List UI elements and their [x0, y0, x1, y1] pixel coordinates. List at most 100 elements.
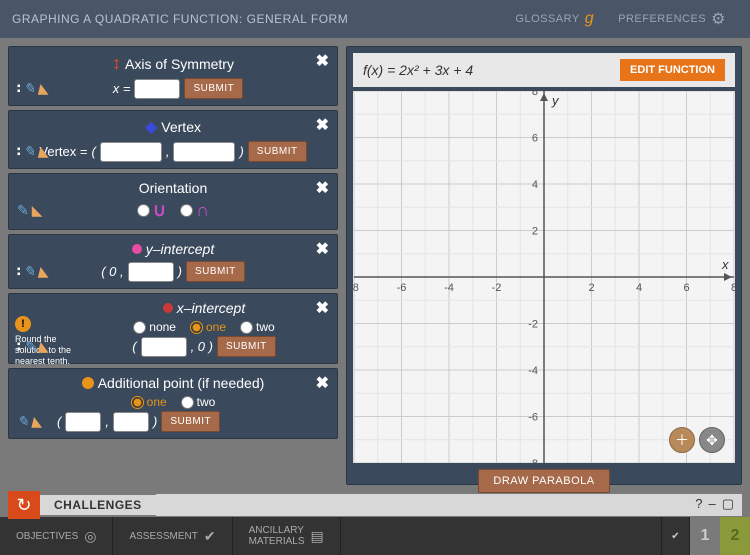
pen-icon[interactable]: ✎ [24, 263, 36, 280]
graph-area[interactable]: x y -8-6-4-22468-8-6-4-22468 ＋ ✥ [353, 91, 735, 463]
document-icon: ▤ [311, 528, 324, 545]
arrow-updown-icon: ↕ [112, 53, 121, 74]
xint-one-radio[interactable]: one [190, 320, 226, 334]
svg-text:8: 8 [532, 91, 538, 98]
left-column: ✖ ↕ Axis of Symmetry ▪▪ ✎ ◣ x = SUBMIT ✖… [8, 46, 338, 485]
addl-x-input[interactable] [65, 412, 101, 432]
svg-text:-8: -8 [353, 282, 359, 294]
svg-text:4: 4 [636, 282, 642, 294]
page-1-button[interactable]: 1 [690, 517, 720, 555]
xint-input[interactable] [141, 337, 187, 357]
close-icon[interactable]: ✖ [316, 115, 329, 135]
addl-one-radio[interactable]: one [131, 395, 167, 409]
pen-icon[interactable]: ✎ [24, 338, 36, 355]
minimize-icon[interactable]: – [708, 496, 715, 512]
footer: OBJECTIVES◎ ASSESSMENT✔ ANCILLARYMATERIA… [0, 517, 750, 555]
addl-y-input[interactable] [113, 412, 149, 432]
zoom-in-button[interactable]: ＋ [669, 427, 695, 453]
svg-text:8: 8 [731, 282, 735, 294]
page-title: GRAPHING A QUADRATIC FUNCTION: GENERAL F… [12, 12, 503, 26]
pen-icon[interactable]: ✎ [17, 413, 29, 430]
objectives-button[interactable]: OBJECTIVES◎ [0, 517, 113, 555]
addl-two-radio[interactable]: two [181, 395, 216, 409]
panel-xintercept: ✖ ! Round the solution to the nearest te… [8, 293, 338, 364]
target-icon: ◎ [84, 528, 96, 545]
panel-vertex: ✖ ◆ Vertex ▪▪ ✎ ◣ Vertex = ( , ) SUBMIT [8, 110, 338, 169]
pan-button[interactable]: ✥ [699, 427, 725, 453]
help-icon[interactable]: ? [695, 496, 702, 512]
vertex-y-input[interactable] [173, 142, 235, 162]
svg-text:-6: -6 [528, 412, 538, 424]
submit-button[interactable]: SUBMIT [217, 336, 276, 357]
vertex-x-input[interactable] [100, 142, 162, 162]
x-axis-label: x [721, 257, 729, 272]
diamond-icon: ◆ [145, 117, 157, 137]
draw-parabola-button[interactable]: DRAW PARABOLA [478, 469, 609, 493]
eraser-icon[interactable]: ◣ [38, 143, 49, 160]
panel-orientation: ✖ Orientation ✎ ◣ ∪ ∩ [8, 173, 338, 230]
function-bar: f(x) = 2x² + 3x + 4 EDIT FUNCTION [353, 53, 735, 87]
pen-icon[interactable]: ✎ [24, 143, 36, 160]
svg-text:-2: -2 [492, 282, 502, 294]
ancillary-button[interactable]: ANCILLARYMATERIALS ▤ [233, 517, 341, 555]
edit-function-button[interactable]: EDIT FUNCTION [620, 59, 725, 81]
svg-text:-8: -8 [528, 458, 538, 463]
dot-pink-icon [132, 244, 142, 254]
handle-icon[interactable]: ▪▪ [17, 267, 21, 277]
graph-svg: x y -8-6-4-22468-8-6-4-22468 [353, 91, 735, 463]
dot-red-icon [163, 303, 173, 313]
svg-text:-4: -4 [528, 365, 538, 377]
svg-text:-2: -2 [528, 319, 538, 331]
assessment-button[interactable]: ASSESSMENT✔ [113, 517, 232, 555]
challenges-bar: ↻ CHALLENGES ? – ▢ [8, 493, 742, 517]
graph-panel: f(x) = 2x² + 3x + 4 EDIT FUNCTION x y -8… [346, 46, 742, 485]
svg-text:-4: -4 [444, 282, 454, 294]
y-axis-label: y [551, 93, 560, 108]
check-icon: ✔ [204, 528, 216, 545]
panel-axis: ✖ ↕ Axis of Symmetry ▪▪ ✎ ◣ x = SUBMIT [8, 46, 338, 106]
preferences-button[interactable]: PREFERENCES ⚙ [606, 9, 738, 29]
page-2-button[interactable]: 2 [720, 517, 750, 555]
gear-icon: ⚙ [711, 9, 726, 29]
xint-two-radio[interactable]: two [240, 320, 275, 334]
svg-text:4: 4 [532, 179, 538, 191]
refresh-button[interactable]: ↻ [8, 491, 40, 519]
warning-icon: ! [15, 316, 31, 332]
eraser-icon[interactable]: ◣ [32, 413, 43, 430]
pen-icon[interactable]: ✎ [24, 80, 36, 97]
eraser-icon[interactable]: ◣ [38, 80, 49, 97]
glossary-icon: g [585, 10, 594, 28]
orientation-down-radio[interactable]: ∩ [180, 200, 209, 221]
svg-text:-6: -6 [397, 282, 407, 294]
pen-icon[interactable]: ✎ [17, 202, 29, 219]
orientation-up-radio[interactable]: ∪ [137, 200, 166, 221]
submit-button[interactable]: SUBMIT [184, 78, 243, 99]
close-icon[interactable]: ✖ [316, 239, 329, 259]
handle-icon[interactable]: ▪▪ [17, 84, 21, 94]
eraser-icon[interactable]: ◣ [38, 338, 49, 355]
panel-yintercept: ✖ y–intercept ▪▪ ✎ ◣ ( 0 , ) SUBMIT [8, 234, 338, 289]
parabola-down-icon: ∩ [196, 200, 209, 221]
challenges-tab[interactable]: CHALLENGES [40, 495, 156, 515]
close-icon[interactable]: ✖ [316, 298, 329, 318]
handle-icon[interactable]: ▪▪ [17, 147, 21, 157]
submit-button[interactable]: SUBMIT [161, 411, 220, 432]
svg-text:2: 2 [532, 226, 538, 238]
glossary-button[interactable]: GLOSSARY g [503, 10, 606, 28]
submit-button[interactable]: SUBMIT [186, 261, 245, 282]
function-text: f(x) = 2x² + 3x + 4 [363, 62, 473, 78]
maximize-icon[interactable]: ▢ [722, 496, 734, 512]
top-header: GRAPHING A QUADRATIC FUNCTION: GENERAL F… [0, 0, 750, 38]
yint-input[interactable] [128, 262, 174, 282]
eraser-icon[interactable]: ◣ [32, 202, 43, 219]
close-icon[interactable]: ✖ [316, 51, 329, 71]
eraser-icon[interactable]: ◣ [38, 263, 49, 280]
panel-additional: ✖ Additional point (if needed) one two ✎… [8, 368, 338, 439]
submit-button[interactable]: SUBMIT [248, 141, 307, 162]
close-icon[interactable]: ✖ [316, 373, 329, 393]
checkmark-icon: ✔ [662, 517, 690, 555]
close-icon[interactable]: ✖ [316, 178, 329, 198]
handle-icon[interactable]: ▪▪ [17, 342, 21, 352]
axis-input[interactable] [134, 79, 180, 99]
xint-none-radio[interactable]: none [133, 320, 176, 334]
